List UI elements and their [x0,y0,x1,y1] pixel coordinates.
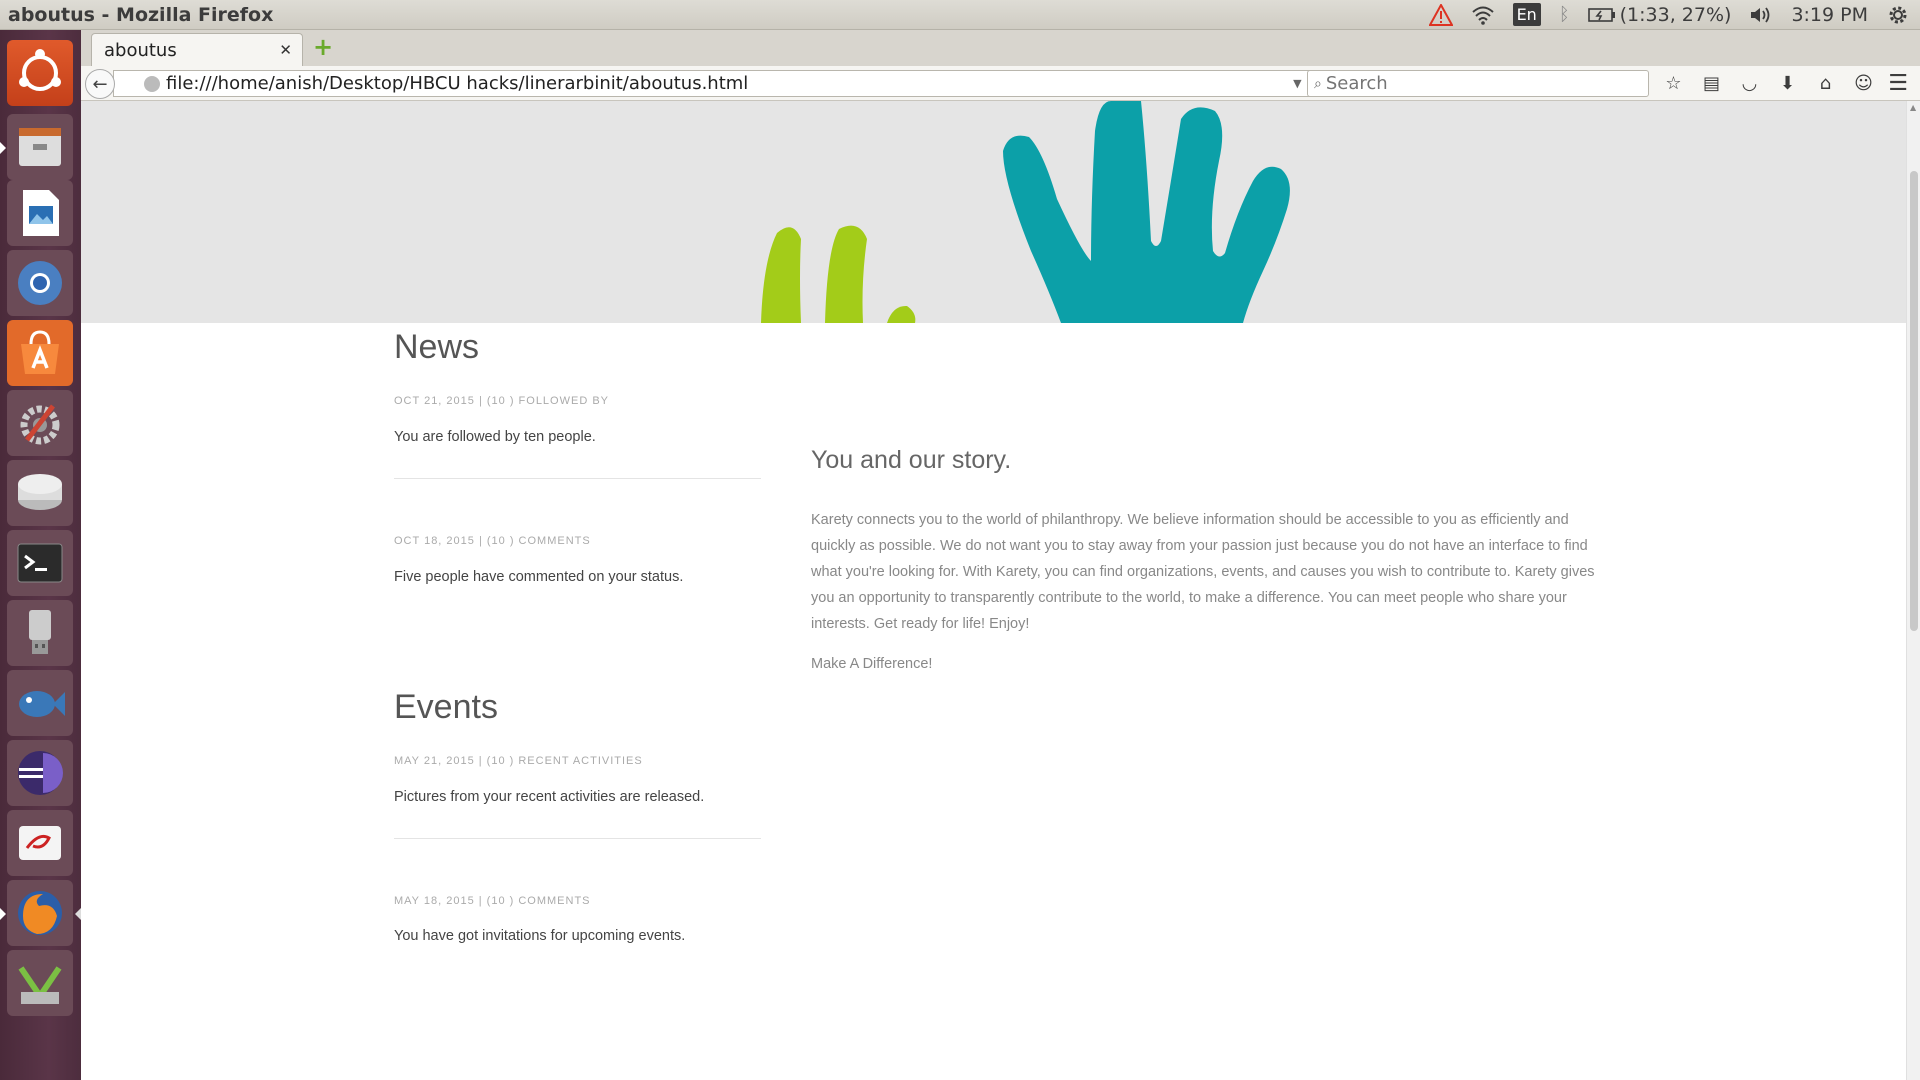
events-post-meta: MAY 18, 2015 | (10 ) COMMENTS [394,895,591,907]
hero-banner [81,101,1906,323]
vertical-scrollbar[interactable]: ▲ [1906,101,1920,1080]
scrollbar-thumb[interactable] [1910,171,1918,631]
home-icon[interactable]: ⌂ [1813,71,1838,96]
news-heading: News [394,328,480,366]
keyboard-layout-indicator[interactable]: En [1512,3,1541,26]
search-icon: ⌕ [1314,75,1322,92]
download-icon[interactable]: ⬇ [1775,71,1800,96]
battery-indicator[interactable]: (1:33, 27%) [1587,0,1732,30]
files-icon[interactable] [7,114,73,180]
evince-icon[interactable] [7,810,73,876]
ubuntu-dash-icon[interactable] [7,40,73,106]
search-input[interactable] [1325,73,1626,94]
firefox-icon[interactable] [7,880,73,946]
wifi-icon[interactable] [1471,0,1495,30]
tab-title: aboutus [104,39,177,61]
toolbar-icons: ☆ ▤ ◡ ⬇ ⌂ ☺ [1661,66,1876,101]
story-cta: Make A Difference! [811,656,933,672]
battery-text: (1:33, 27%) [1619,3,1732,26]
search-box[interactable]: ⌕ [1307,70,1649,97]
navigation-toolbar: file:///home/anish/Desktop/HBCU hacks/li… [81,66,1920,101]
back-arrow-icon[interactable]: ← [85,69,115,99]
close-icon[interactable]: ✕ [279,41,292,59]
eclipse-icon[interactable] [7,740,73,806]
volume-icon[interactable] [1749,0,1773,30]
url-text[interactable]: file:///home/anish/Desktop/HBCU hacks/li… [166,73,748,94]
unity-launcher [0,30,81,1080]
story-heading: You and our story. [811,446,1012,474]
bluetooth-icon[interactable]: ᛒ [1559,0,1570,30]
pocket-icon[interactable]: ◡ [1737,71,1762,96]
news-post-text: Five people have commented on your statu… [394,569,684,585]
events-post-text: You have got invitations for upcoming ev… [394,928,686,944]
news-post-text: You are followed by ten people. [394,429,596,445]
manager-icon[interactable] [7,950,73,1016]
tab-strip: aboutus ✕ + [81,30,1920,66]
usb-icon[interactable] [7,600,73,666]
new-tab-plus-icon[interactable]: + [313,35,335,59]
hamburger-menu-icon[interactable]: ☰ [1888,71,1908,96]
tab-aboutus[interactable]: aboutus ✕ [91,33,303,66]
battery-icon [1587,7,1615,22]
news-post-meta: OCT 18, 2015 | (10 ) COMMENTS [394,535,591,547]
terminal-icon[interactable] [7,530,73,596]
bookmark-star-icon[interactable]: ☆ [1661,71,1686,96]
bookmarks-menu-icon[interactable]: ▤ [1699,71,1724,96]
running-indicator [0,142,6,154]
page-viewport: News OCT 21, 2015 | (10 ) FOLLOWED BY Yo… [81,101,1906,1080]
libreoffice-impress-icon[interactable] [7,180,73,246]
url-bar[interactable]: file:///home/anish/Desktop/HBCU hacks/li… [113,70,1338,97]
story-body: Karety connects you to the world of phil… [811,512,1595,632]
events-heading: Events [394,688,498,726]
clock[interactable]: 3:19 PM [1791,0,1868,30]
events-post-meta: MAY 21, 2015 | (10 ) RECENT ACTIVITIES [394,755,643,767]
window-title: aboutus - Mozilla Firefox [8,3,274,26]
divider [394,838,761,839]
globe-icon [144,75,160,92]
bluefish-icon[interactable] [7,670,73,736]
chevron-down-icon[interactable]: ▼ [1293,77,1301,90]
running-indicator [0,908,6,920]
scroll-up-arrow-icon[interactable]: ▲ [1910,103,1916,112]
chromium-icon[interactable] [7,250,73,316]
warning-icon[interactable] [1428,0,1453,30]
software-center-icon[interactable] [7,320,73,386]
events-post-text: Pictures from your recent activities are… [394,789,705,805]
indicator-area: En ᛒ (1:33, 27%) 3:19 PM [1428,0,1920,30]
news-post-meta: OCT 21, 2015 | (10 ) FOLLOWED BY [394,395,609,407]
chat-icon[interactable]: ☺ [1851,71,1876,96]
divider [394,478,761,479]
system-settings-icon[interactable] [7,390,73,456]
hands-illustration [761,101,1290,323]
disk-icon[interactable] [7,460,73,526]
top-panel: aboutus - Mozilla Firefox En ᛒ (1:33, 27… [0,0,1920,30]
power-gear-icon[interactable] [1886,0,1910,30]
